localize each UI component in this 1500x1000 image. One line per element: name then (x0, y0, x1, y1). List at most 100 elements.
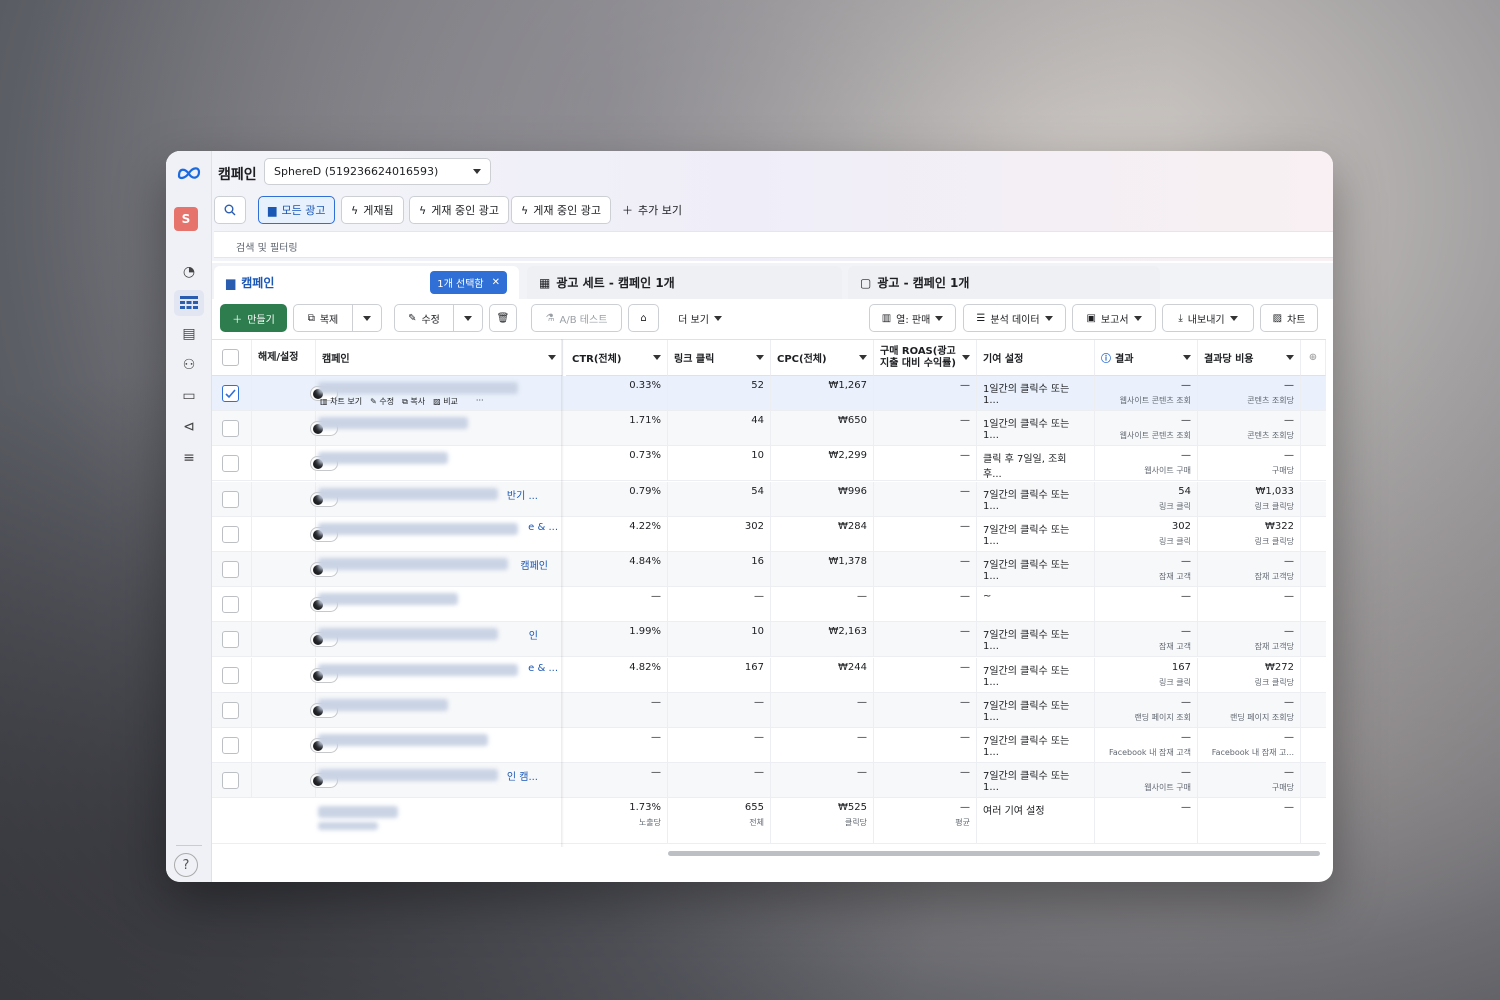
search-button[interactable] (214, 196, 246, 224)
row-checkbox[interactable] (222, 455, 239, 473)
tag-button[interactable]: ⌂ (628, 304, 659, 332)
row-action-duplicate[interactable]: ⧉ 복사 (402, 396, 425, 407)
charts-button[interactable]: ▨ 차트 (1260, 304, 1318, 332)
campaign-name-redacted[interactable] (318, 487, 498, 500)
row-checkbox[interactable] (222, 385, 239, 402)
table-row[interactable]: — — — — ~ — — (212, 587, 1326, 623)
column-header-link-clicks[interactable]: 링크 클릭 (668, 340, 771, 376)
campaign-name-redacted[interactable] (318, 769, 498, 782)
row-action-edit[interactable]: ✎ 수정 (370, 396, 394, 407)
table-row[interactable]: e & ... 4.82% 167 ₩244 — 7일간의 클릭수 또는 1... 167 링… (212, 657, 1326, 693)
table-row[interactable]: 인 1.99% 10 ₩2,163 — 7일간의 클릭수 또는 1... — 잠재 고객 — 잠재… (212, 622, 1326, 658)
row-select-cell[interactable] (212, 728, 252, 763)
filter-active-ads-1[interactable]: ϟ 게재 중인 광고 (409, 196, 509, 224)
meta-logo-icon[interactable] (174, 163, 204, 183)
row-action-compare[interactable]: ▨ 비교 (433, 396, 458, 407)
row-checkbox[interactable] (222, 561, 239, 578)
delete-button[interactable]: 🗑 (489, 304, 517, 332)
table-row[interactable]: — — — — 7일간의 클릭수 또는 1... — Facebook 내 잠재 고객 — Fa… (212, 728, 1326, 763)
row-action-chart[interactable]: ▥ 차트 보기 (320, 396, 362, 407)
row-checkbox[interactable] (222, 490, 239, 508)
column-header-cpc[interactable]: CPC(전체) (771, 340, 874, 376)
duplicate-button[interactable]: ⧉ 복제 (293, 304, 353, 332)
row-select-cell[interactable] (212, 692, 252, 728)
account-selector[interactable]: SphereD (519236624016593) (264, 158, 491, 185)
export-button[interactable]: ⤓ 내보내기 (1162, 304, 1254, 332)
campaign-name-redacted[interactable] (318, 522, 518, 535)
edit-dropdown[interactable] (453, 304, 483, 332)
billing-icon[interactable]: ▭ (174, 383, 204, 409)
campaign-name-tail[interactable]: 반기 ... (507, 487, 538, 502)
row-select-cell[interactable] (212, 516, 252, 552)
row-select-cell[interactable] (212, 446, 252, 482)
campaign-name-redacted[interactable] (318, 452, 448, 465)
row-select-cell[interactable] (212, 763, 252, 799)
edit-button[interactable]: ✎ 수정 (394, 304, 454, 332)
row-checkbox[interactable] (222, 737, 239, 754)
campaign-name-redacted[interactable] (318, 417, 468, 430)
campaigns-table-icon[interactable] (174, 290, 204, 316)
campaign-name-redacted[interactable] (318, 698, 448, 711)
row-select-cell[interactable] (212, 376, 252, 411)
column-header-cost-per-result[interactable]: 결과당 비용 (1198, 340, 1301, 376)
table-row[interactable]: 인 캠... — — — — 7일간의 클릭수 또는 1... — 웹사이트 구매 — 구매당 (212, 763, 1326, 799)
table-row[interactable]: 반기 ... 0.79% 54 ₩996 — 7일간의 클릭수 또는 1... 54 링크 클… (212, 481, 1326, 517)
column-header-toggle[interactable]: 해제/설정 (252, 340, 316, 376)
table-row[interactable]: e & ... 4.22% 302 ₩284 — 7일간의 클릭수 또는 1... 302 링… (212, 516, 1326, 552)
row-checkbox[interactable] (222, 772, 239, 790)
pages-icon[interactable]: ▤ (174, 321, 204, 347)
column-header-ctr[interactable]: CTR(전체) (566, 340, 668, 376)
select-all-checkbox[interactable] (222, 349, 239, 366)
search-filter-bar[interactable]: 검색 및 필터링 (214, 231, 1333, 258)
column-header-campaign[interactable]: 캠페인 (316, 340, 563, 376)
table-row[interactable]: — — — — 7일간의 클릭수 또는 1... — 랜딩 페이지 조회 — 랜딩 페이지 조회… (212, 692, 1326, 728)
tab-ads[interactable]: ▢ 광고 - 캠페인 1개 (848, 266, 1160, 299)
row-checkbox[interactable] (222, 525, 239, 543)
filter-more-views[interactable]: ＋ 추가 보기 (613, 196, 691, 224)
megaphone-icon[interactable]: ⊲ (174, 414, 204, 440)
row-select-cell[interactable] (212, 622, 252, 658)
campaign-name-tail[interactable]: e & ... (528, 522, 558, 533)
column-header-roas[interactable]: 구매 ROAS(광고 지출 대비 수익률) (874, 340, 977, 376)
close-icon[interactable]: ✕ (492, 277, 500, 288)
campaign-name-redacted[interactable] (318, 628, 498, 641)
select-all-header[interactable] (212, 340, 252, 376)
campaign-name-redacted[interactable] (318, 663, 518, 676)
row-checkbox[interactable] (222, 631, 239, 649)
account-avatar[interactable]: S (174, 207, 198, 231)
menu-icon[interactable]: ≡ (174, 445, 204, 471)
reports-button[interactable]: ▣ 보고서 (1072, 304, 1156, 332)
table-row[interactable]: ▥ 차트 보기 ✎ 수정 ⧉ 복사 ▨ 비교 ··· 0.33% 52 ₩1,267 — 1일간의… (212, 376, 1326, 411)
help-icon[interactable]: ? (174, 853, 198, 877)
filter-all-ads[interactable]: ▆ 모든 광고 (258, 196, 336, 224)
filter-active-ads-2[interactable]: ϟ 게재 중인 광고 (511, 196, 611, 224)
audience-icon[interactable]: ⚇ (174, 352, 204, 378)
create-button[interactable]: ＋ 만들기 (220, 304, 287, 332)
tab-ad-sets[interactable]: ▦ 광고 세트 - 캠페인 1개 (527, 266, 842, 299)
add-column-icon[interactable]: ⊕ (1301, 340, 1326, 376)
breakdown-button[interactable]: ☰ 분석 데이터 (963, 304, 1066, 332)
campaign-name-redacted[interactable] (318, 593, 458, 606)
row-select-cell[interactable] (212, 587, 252, 623)
row-checkbox[interactable] (222, 701, 239, 719)
horizontal-scrollbar[interactable] (668, 851, 1320, 856)
row-select-cell[interactable] (212, 657, 252, 693)
campaign-name-tail[interactable]: e & ... (528, 663, 558, 674)
selection-badge[interactable]: 1개 선택함 ✕ (430, 271, 507, 294)
table-row[interactable]: 1.71% 44 ₩650 — 1일간의 클릭수 또는 1... — 웹사이트 콘텐츠 조회… (212, 411, 1326, 447)
more-button[interactable]: 더 보기 (667, 304, 733, 332)
filter-delivered[interactable]: ϟ 게재됨 (341, 196, 404, 224)
column-header-results[interactable]: ⓘ 결과 (1095, 340, 1198, 376)
table-row[interactable]: 0.73% 10 ₩2,299— 클릭 후 7일일, 조회 후... — 웹사이트 구매 —… (212, 446, 1326, 482)
campaign-name-tail[interactable]: 인 (529, 627, 538, 642)
row-checkbox[interactable] (222, 666, 239, 684)
row-select-cell[interactable] (212, 411, 252, 447)
table-row[interactable]: 캠페인 4.84% 16 ₩1,378—7일간의 클릭수 또는 1... — 잠재 고객 —… (212, 552, 1326, 587)
campaign-name-tail[interactable]: 인 캠... (507, 768, 538, 783)
ab-test-button[interactable]: ⚗ A/B 테스트 (531, 304, 622, 332)
tab-campaigns[interactable]: ▆ 캠페인 1개 선택함 ✕ (214, 266, 519, 299)
info-icon[interactable]: ⓘ (1101, 350, 1111, 365)
duplicate-dropdown[interactable] (352, 304, 382, 332)
campaign-name-tail[interactable]: 캠페인 (520, 557, 548, 572)
column-header-attribution[interactable]: 기여 설정 (977, 340, 1095, 376)
